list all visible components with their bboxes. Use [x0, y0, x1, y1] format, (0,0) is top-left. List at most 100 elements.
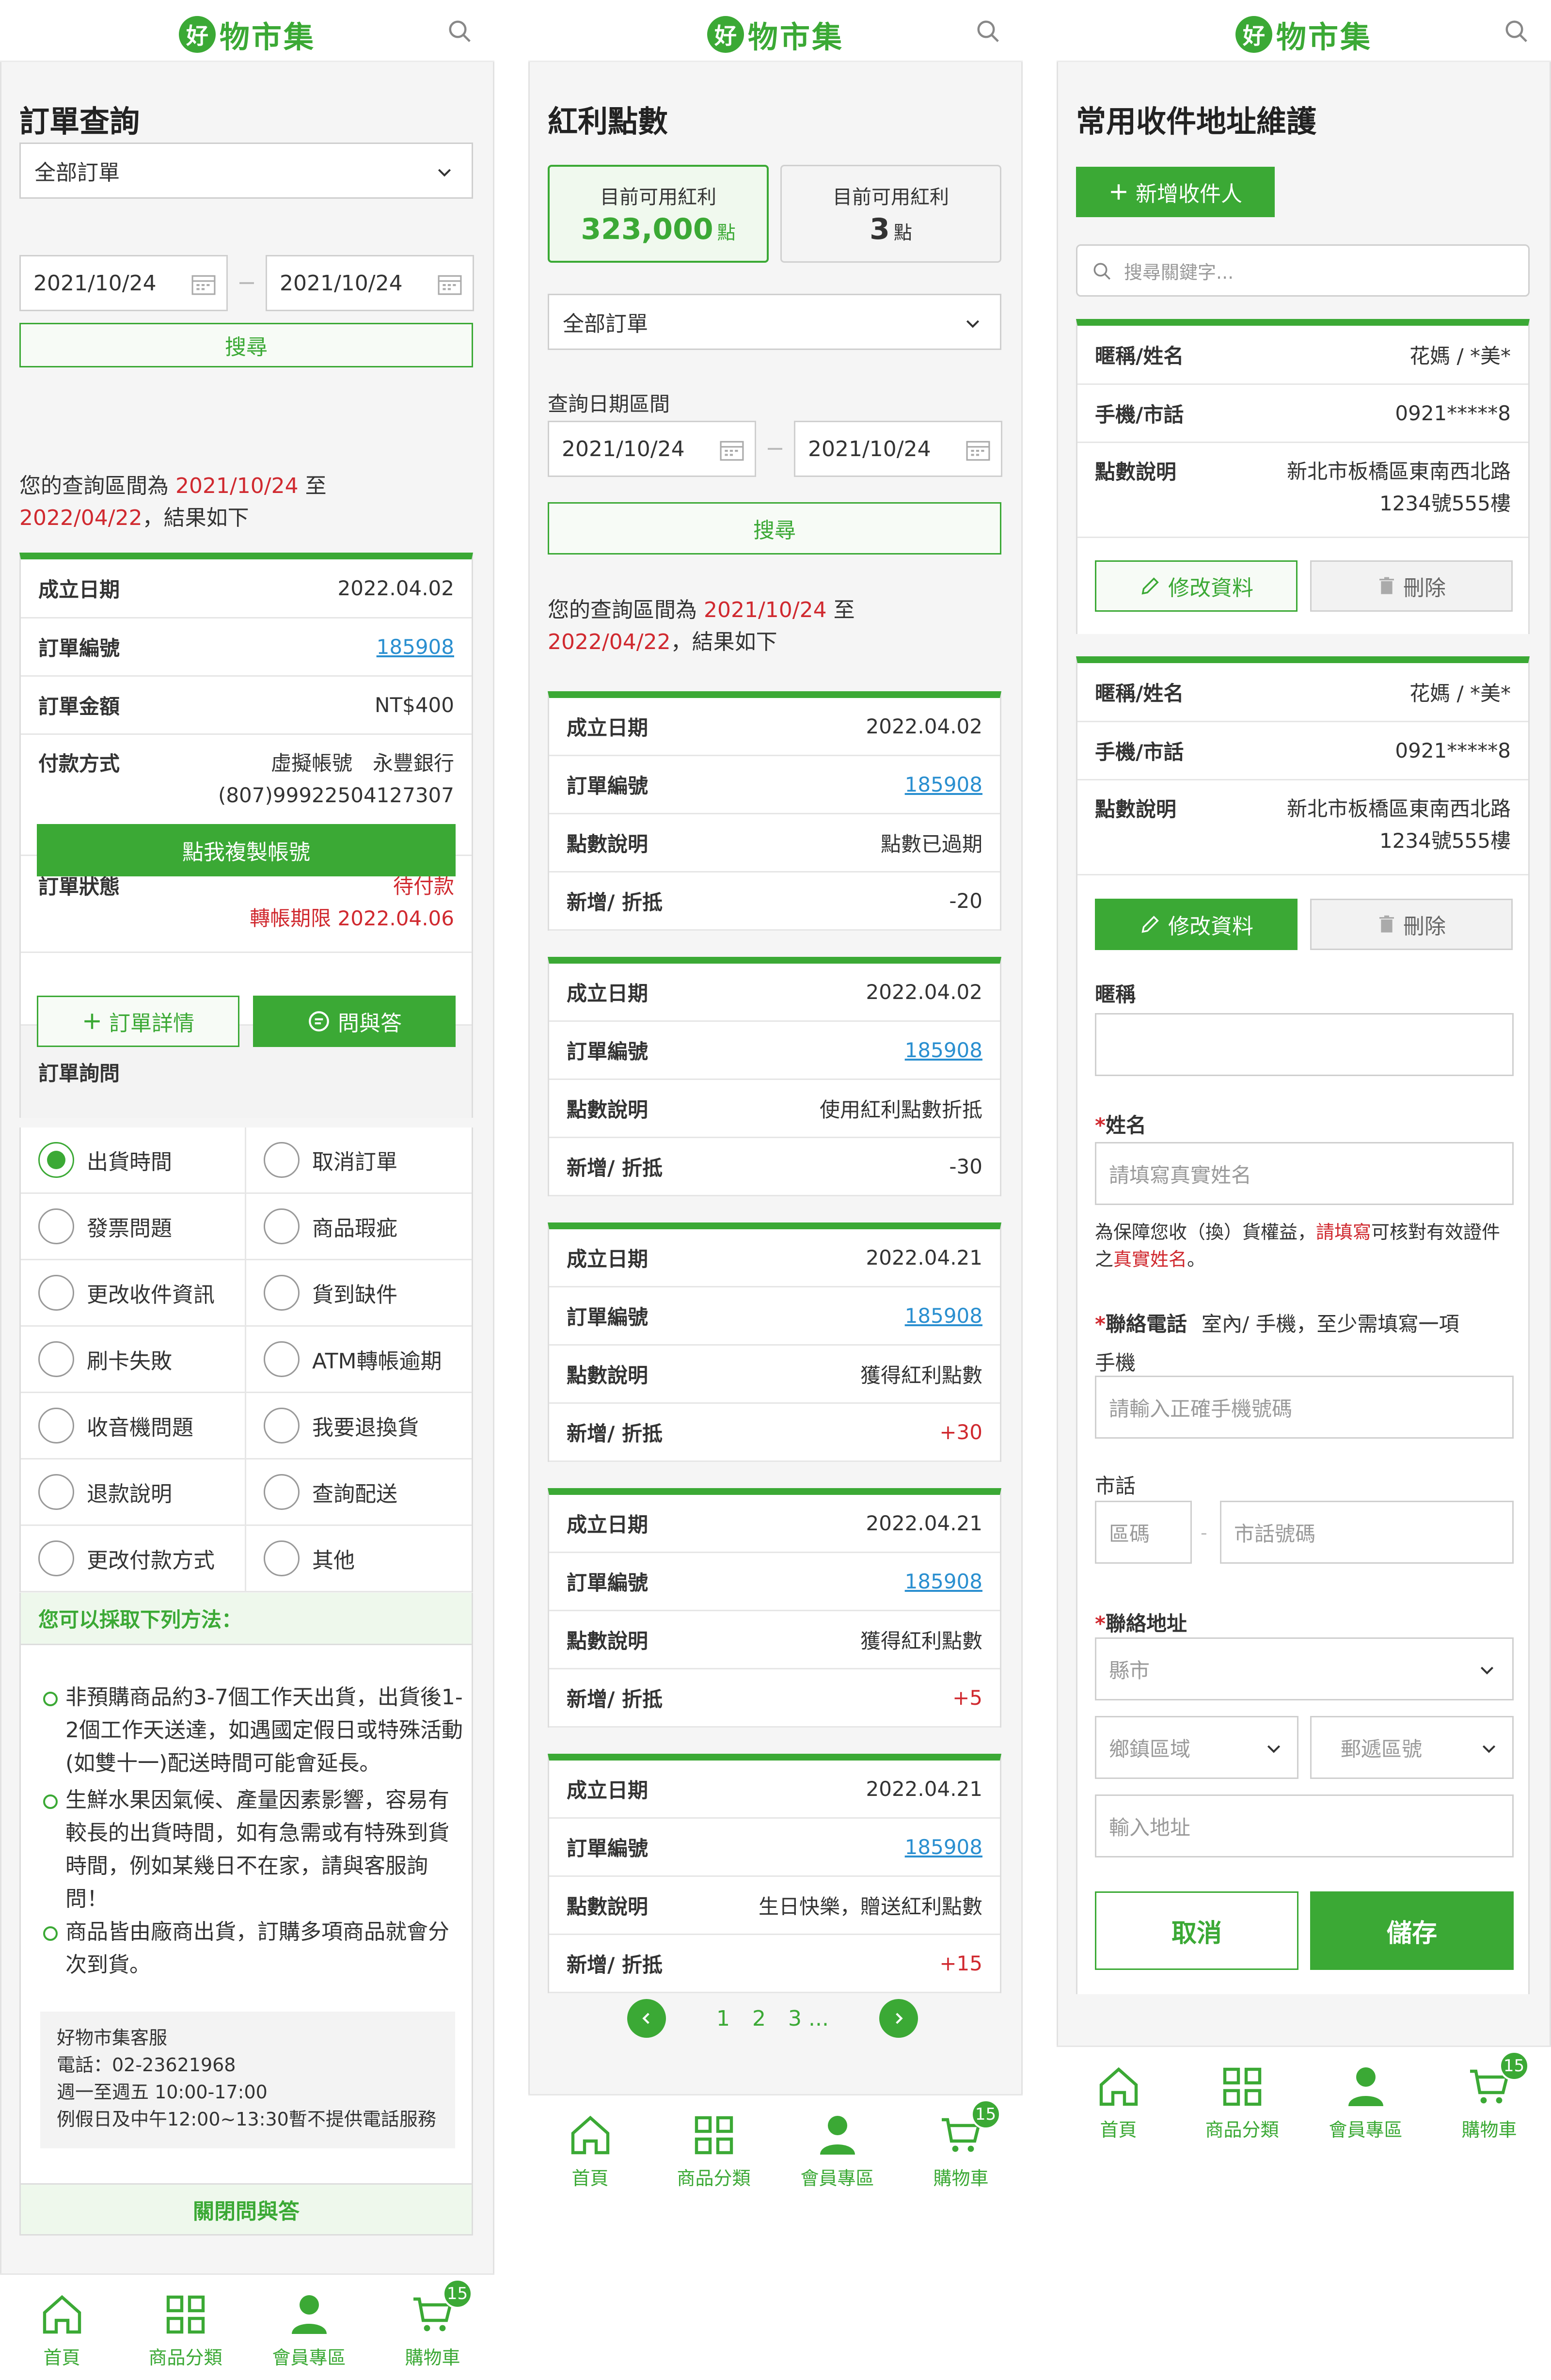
county-select[interactable]: 縣市 — [1095, 1637, 1514, 1700]
calendar-icon[interactable] — [438, 273, 462, 295]
radio-button[interactable] — [264, 1408, 300, 1444]
close-qa-button[interactable]: 關閉問與答 — [19, 2183, 473, 2236]
brand-logo[interactable]: 好 物市集 — [1235, 13, 1372, 56]
inquiry-option[interactable]: 查詢配送 — [246, 1460, 472, 1526]
nav-category[interactable]: 商品分類 — [652, 2095, 776, 2201]
search-icon[interactable] — [1504, 18, 1530, 45]
area-code-input[interactable]: 區碼 — [1095, 1501, 1192, 1564]
inquiry-option[interactable]: 退款說明 — [21, 1460, 246, 1526]
search-icon[interactable] — [447, 18, 473, 45]
radio-button[interactable] — [38, 1474, 74, 1510]
delete-contact-button[interactable]: 刪除 — [1310, 899, 1513, 950]
inquiry-option[interactable]: 商品瑕疵 — [246, 1194, 472, 1260]
inquiry-option[interactable]: 取消訂單 — [246, 1127, 472, 1194]
cancel-button[interactable]: 取消 — [1095, 1891, 1298, 1970]
nav-member[interactable]: 會員專區 — [247, 2275, 371, 2380]
mobile-input[interactable]: 請輸入正確手機號碼 — [1095, 1376, 1514, 1439]
nav-home[interactable]: 首頁 — [528, 2095, 652, 2201]
nav-home[interactable]: 首頁 — [1057, 2047, 1180, 2152]
inquiry-option[interactable]: 更改付款方式 — [21, 1526, 246, 1592]
radio-button[interactable] — [264, 1208, 300, 1244]
inquiry-option-label: 收音機問題 — [87, 1415, 193, 1440]
brand-logo[interactable]: 好 物市集 — [707, 13, 844, 56]
edit-contact-label: 修改資料 — [1168, 576, 1253, 601]
date-from-field[interactable]: 2021/10/24 — [19, 255, 228, 311]
chevron-down-icon — [1482, 1745, 1496, 1753]
order-detail-button[interactable]: 訂單詳情 — [37, 996, 239, 1047]
zip-select[interactable]: 郵遞區號 — [1310, 1716, 1514, 1779]
date-to-field[interactable]: 2021/10/24 — [266, 255, 474, 311]
edit-contact-button[interactable]: 修改資料 — [1095, 560, 1298, 612]
radio-button[interactable] — [264, 1540, 300, 1576]
record-order-id-value[interactable]: 185908 — [905, 1038, 982, 1062]
edit-contact-button[interactable]: 修改資料 — [1095, 899, 1298, 950]
tel-number-input[interactable]: 市話號碼 — [1220, 1501, 1514, 1564]
next-page-button[interactable] — [879, 1999, 918, 2038]
qa-button[interactable]: 問與答 — [253, 996, 456, 1047]
page-2[interactable]: 2 — [752, 2006, 766, 2031]
radio-button[interactable] — [38, 1208, 74, 1244]
inquiry-option[interactable]: 發票問題 — [21, 1194, 246, 1260]
radio-button[interactable] — [264, 1275, 300, 1311]
record-delta-label: 新增/ 折抵 — [567, 1953, 663, 1977]
copy-account-button[interactable]: 點我複製帳號 — [37, 824, 456, 876]
nickname-input[interactable] — [1095, 1013, 1514, 1076]
order-filter-select[interactable]: 全部訂單 — [19, 143, 473, 199]
keyword-search-input[interactable]: 搜尋關鍵字... — [1076, 244, 1530, 297]
available-points-card-alt[interactable]: 目前可用紅利 3點 — [780, 165, 1001, 263]
radio-button[interactable] — [38, 1142, 74, 1178]
calendar-icon[interactable] — [966, 439, 990, 461]
district-select[interactable]: 鄉鎮區域 — [1095, 1716, 1298, 1779]
page-1[interactable]: 1 — [716, 2006, 730, 2031]
record-description-value: 生日快樂，贈送紅利點數 — [758, 1895, 982, 1919]
brand-logo[interactable]: 好 物市集 — [178, 13, 316, 56]
inquiry-option[interactable]: 更改收件資訊 — [21, 1260, 246, 1327]
radio-button[interactable] — [264, 1474, 300, 1510]
inquiry-option[interactable]: 貨到缺件 — [246, 1260, 472, 1327]
inquiry-option[interactable]: 其他 — [246, 1526, 472, 1592]
date-to-value: 2021/10/24 — [808, 436, 931, 461]
inquiry-option[interactable]: 收音機問題 — [21, 1393, 246, 1460]
add-recipient-button[interactable]: 新增收件人 — [1076, 167, 1275, 217]
nav-cart[interactable]: 購物車 15 — [899, 2095, 1023, 2201]
inquiry-option[interactable]: ATM轉帳逾期 — [246, 1327, 472, 1393]
search-button[interactable]: 搜尋 — [19, 323, 473, 367]
radio-button[interactable] — [264, 1341, 300, 1377]
order-filter-select[interactable]: 全部訂單 — [548, 294, 1001, 350]
calendar-icon[interactable] — [720, 439, 744, 461]
calendar-icon[interactable] — [191, 273, 216, 295]
nav-member[interactable]: 會員專區 — [1304, 2047, 1427, 2152]
record-order-id-value[interactable]: 185908 — [905, 773, 982, 796]
search-icon[interactable] — [975, 18, 1001, 45]
nav-category[interactable]: 商品分類 — [124, 2275, 247, 2380]
prev-page-button[interactable] — [627, 1999, 666, 2038]
radio-button[interactable] — [264, 1142, 300, 1178]
nav-home[interactable]: 首頁 — [0, 2275, 124, 2380]
search-button[interactable]: 搜尋 — [548, 502, 1001, 555]
address-input[interactable]: 輸入地址 — [1095, 1794, 1514, 1857]
inquiry-option[interactable]: 我要退換貨 — [246, 1393, 472, 1460]
chevron-right-icon — [896, 2013, 903, 2024]
nav-category[interactable]: 商品分類 — [1180, 2047, 1304, 2152]
record-order-id-value[interactable]: 185908 — [905, 1835, 982, 1859]
date-to-field[interactable]: 2021/10/24 — [794, 421, 1002, 477]
save-button[interactable]: 儲存 — [1310, 1891, 1514, 1970]
name-input[interactable]: 請填寫真實姓名 — [1095, 1142, 1514, 1205]
record-order-id-value[interactable]: 185908 — [905, 1304, 982, 1328]
search-icon — [1093, 263, 1110, 280]
page-3[interactable]: 3 ... — [788, 2006, 829, 2031]
delete-contact-button[interactable]: 刪除 — [1310, 560, 1513, 612]
inquiry-option[interactable]: 刷卡失敗 — [21, 1327, 246, 1393]
date-from-field[interactable]: 2021/10/24 — [548, 421, 756, 477]
record-order-id-value[interactable]: 185908 — [905, 1570, 982, 1593]
order-id-link[interactable]: 185908 — [377, 635, 454, 659]
radio-button[interactable] — [38, 1408, 74, 1444]
available-points-card[interactable]: 目前可用紅利 323,000 點 — [548, 165, 769, 263]
nav-cart[interactable]: 購物車 15 — [371, 2275, 494, 2380]
nav-member[interactable]: 會員專區 — [776, 2095, 899, 2201]
radio-button[interactable] — [38, 1275, 74, 1311]
radio-button[interactable] — [38, 1540, 74, 1576]
inquiry-option[interactable]: 出貨時間 — [21, 1127, 246, 1194]
nav-cart[interactable]: 購物車 15 — [1427, 2047, 1551, 2152]
radio-button[interactable] — [38, 1341, 74, 1377]
